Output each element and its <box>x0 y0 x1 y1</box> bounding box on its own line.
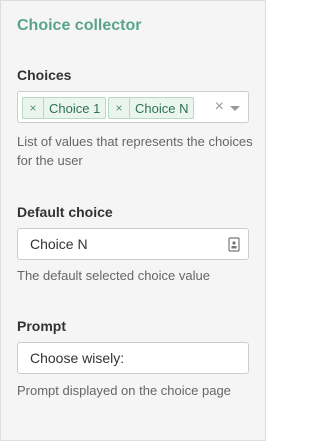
prompt-help: Prompt displayed on the choice page <box>17 383 231 398</box>
default-choice-help: The default selected choice value <box>17 268 210 283</box>
tag-remove-icon[interactable]: × <box>23 98 44 118</box>
chevron-down-icon[interactable] <box>230 106 240 111</box>
choice-tag-2: × Choice N <box>108 97 195 119</box>
default-choice-input[interactable]: Choice N <box>17 228 249 260</box>
clear-icon[interactable]: × <box>215 98 224 116</box>
choices-multiselect[interactable]: × Choice 1 × Choice N × <box>17 91 249 123</box>
panel-title: Choice collector <box>17 17 142 34</box>
choice-tag-1: × Choice 1 <box>22 97 107 119</box>
default-choice-value: Choice N <box>30 236 88 252</box>
tag-label: Choice N <box>135 100 189 116</box>
contact-card-icon[interactable] <box>228 237 240 257</box>
tag-label: Choice 1 <box>49 100 101 116</box>
tag-remove-icon[interactable]: × <box>109 98 130 118</box>
choice-collector-panel: Choice collector Choices × Choice 1 × Ch… <box>0 0 266 441</box>
choices-help: List of values that represents the choic… <box>17 134 253 168</box>
default-choice-label: Default choice <box>17 204 113 220</box>
prompt-label: Prompt <box>17 318 66 334</box>
prompt-value: Choose wisely: <box>30 350 125 366</box>
choices-label: Choices <box>17 67 72 83</box>
prompt-input[interactable]: Choose wisely: <box>17 342 249 374</box>
